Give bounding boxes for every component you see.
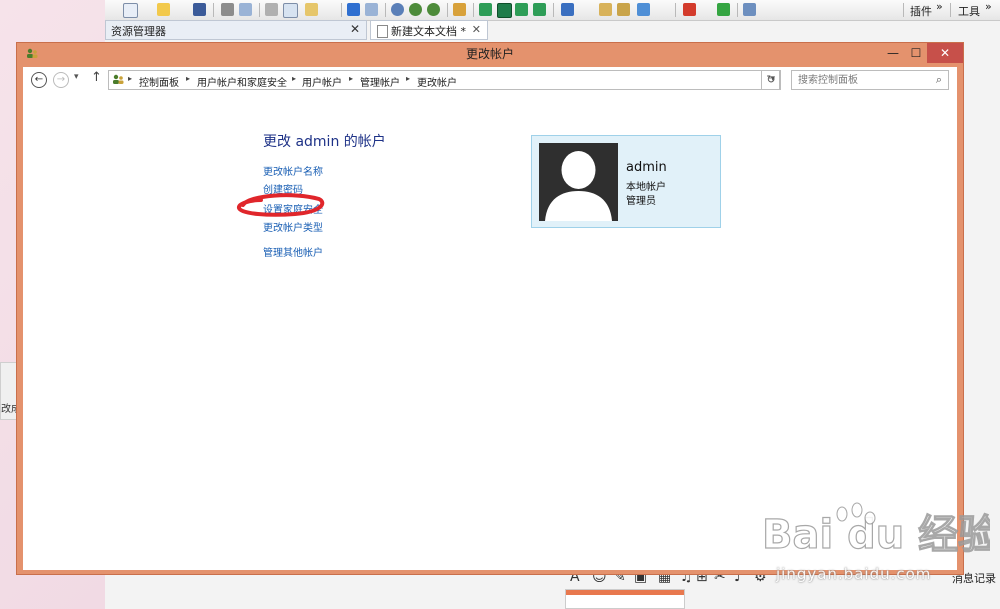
close-icon[interactable]: ✕: [350, 22, 360, 36]
zoom-icon[interactable]: [453, 3, 466, 16]
print-preview-icon[interactable]: [239, 3, 252, 16]
view-icon[interactable]: [497, 3, 512, 18]
undo-icon[interactable]: [347, 3, 360, 16]
monitor-icon[interactable]: [533, 3, 546, 16]
change-account-window: 更改帐户 — ☐ ✕ ← → ▾ ↑ ▸ 控制面板 ▸ 用户帐户和家庭安全 ▸ …: [16, 42, 964, 575]
forward-button[interactable]: →: [53, 72, 69, 88]
breadcrumb-user-accounts-family-safety[interactable]: 用户帐户和家庭安全: [197, 74, 287, 89]
account-name: admin: [626, 160, 667, 175]
editor-tab-title: 新建文本文档 *: [391, 25, 466, 38]
account-type: 本地帐户: [626, 182, 666, 193]
toolbar-separator: [259, 3, 260, 17]
tools-menu[interactable]: 工具: [958, 3, 980, 19]
watermark-brand: Bai du 经验: [762, 512, 990, 558]
editor-toolbar: 插件 » 工具 »: [105, 0, 1000, 21]
toolbar-separator: [903, 3, 904, 17]
find-icon[interactable]: [391, 3, 404, 16]
toolbar-separator: [675, 3, 676, 17]
chevron-right-icon[interactable]: ▸: [292, 74, 296, 83]
toolbar-separator: [447, 3, 448, 17]
thumbnail-header: [566, 590, 684, 595]
replace-icon[interactable]: [427, 3, 440, 16]
user-accounts-icon: [113, 74, 124, 84]
chevron-right-icon[interactable]: »: [936, 0, 943, 13]
macro-icon[interactable]: [561, 3, 574, 16]
up-button[interactable]: ↑: [91, 70, 102, 85]
chart-icon[interactable]: [637, 3, 650, 16]
document-icon: [377, 25, 388, 38]
account-tile: admin 本地帐户 管理员: [531, 135, 721, 228]
compare-icon[interactable]: [599, 3, 612, 16]
back-button[interactable]: ←: [31, 72, 47, 88]
chevron-right-icon[interactable]: ▸: [128, 74, 132, 83]
close-icon[interactable]: ✕: [472, 23, 481, 36]
settings-icon[interactable]: [743, 3, 756, 16]
breadcrumb-change-account[interactable]: 更改帐户: [417, 74, 457, 89]
diff-icon[interactable]: [617, 3, 630, 16]
recent-locations-dropdown[interactable]: ▾: [74, 72, 79, 82]
window-title: 更改帐户: [465, 47, 514, 61]
avatar: [539, 143, 618, 221]
copy-icon[interactable]: [283, 3, 298, 18]
chevron-right-icon[interactable]: ▸: [406, 74, 410, 83]
watermark-url: jingyan.baidu.com: [776, 565, 932, 583]
plugins-menu[interactable]: 插件: [910, 3, 932, 19]
toolbar-separator: [473, 3, 474, 17]
find-next-icon[interactable]: [409, 3, 422, 16]
redo-icon[interactable]: [365, 3, 378, 16]
manage-other-accounts-link[interactable]: 管理其他帐户: [263, 244, 323, 259]
maximize-button[interactable]: ☐: [905, 43, 927, 63]
breadcrumb-manage-accounts[interactable]: 管理帐户: [360, 74, 400, 89]
account-role: 管理员: [626, 196, 656, 207]
toolbar-separator: [553, 3, 554, 17]
play-icon[interactable]: [717, 3, 730, 16]
search-icon[interactable]: ⌕: [936, 73, 942, 87]
save-icon[interactable]: [193, 3, 206, 16]
toolbar-separator: [385, 3, 386, 17]
chevron-right-icon[interactable]: ▸: [186, 74, 190, 83]
cut-icon[interactable]: [265, 3, 278, 16]
window-client-area: ← → ▾ ↑ ▸ 控制面板 ▸ 用户帐户和家庭安全 ▸ 用户帐户 ▸ 管理帐户…: [23, 67, 957, 570]
print-icon[interactable]: [221, 3, 234, 16]
new-file-icon[interactable]: [123, 3, 138, 18]
search-input[interactable]: [798, 73, 928, 87]
refresh-button[interactable]: ↻: [761, 70, 781, 90]
address-bar[interactable]: ▸ 控制面板 ▸ 用户帐户和家庭安全 ▸ 用户帐户 ▸ 管理帐户 ▸ 更改帐户 …: [108, 70, 780, 90]
toolbar-separator: [213, 3, 214, 17]
toolbar-separator: [737, 3, 738, 17]
sync-icon[interactable]: [515, 3, 528, 16]
toolbar-separator: [950, 3, 951, 17]
chevron-right-icon[interactable]: »: [985, 0, 992, 13]
open-folder-icon[interactable]: [157, 3, 170, 16]
search-box[interactable]: ⌕: [791, 70, 949, 90]
chat-thumbnail: [565, 589, 685, 609]
change-account-name-link[interactable]: 更改帐户名称: [263, 163, 323, 178]
toolbar-separator: [341, 3, 342, 17]
user-silhouette-icon: [545, 151, 612, 221]
red-annotation-circle: [237, 193, 325, 217]
explorer-panel-title: 资源管理器: [111, 25, 166, 38]
record-icon[interactable]: [683, 3, 696, 16]
paste-icon[interactable]: [305, 3, 318, 16]
close-button[interactable]: ✕: [927, 43, 963, 63]
breadcrumb-control-panel[interactable]: 控制面板: [139, 74, 179, 89]
chevron-right-icon[interactable]: ▸: [349, 74, 353, 83]
explorer-panel-header: 资源管理器 ✕: [105, 20, 367, 40]
wrap-icon[interactable]: [479, 3, 492, 16]
breadcrumb-user-accounts[interactable]: 用户帐户: [302, 74, 342, 89]
page-title: 更改 admin 的帐户: [263, 134, 386, 150]
minimize-button[interactable]: —: [883, 43, 903, 63]
change-account-type-link[interactable]: 更改帐户类型: [263, 219, 323, 234]
editor-tab[interactable]: 新建文本文档 * ✕: [370, 20, 488, 40]
